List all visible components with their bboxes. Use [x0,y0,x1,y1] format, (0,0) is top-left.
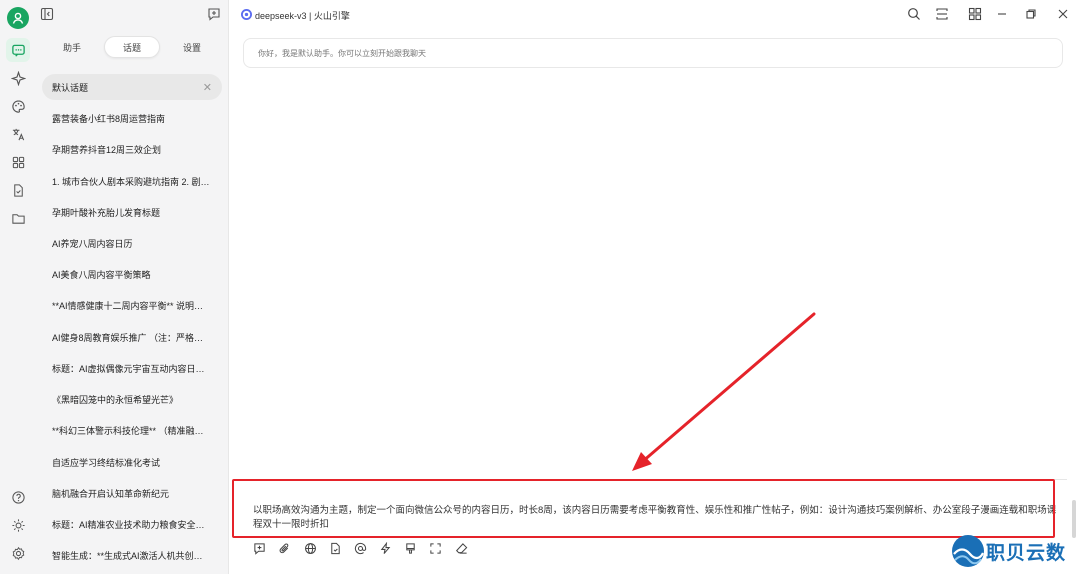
folder-icon [11,213,25,224]
highlight-box [232,479,1055,538]
topic-label: AI养宠八周内容日历 [52,238,133,249]
topic-item[interactable]: 露营装备小红书8周运营指南 [42,105,222,131]
translate-nav-button[interactable] [9,125,27,143]
topic-item[interactable]: 孕期叶酸补充胎儿发育标题 [42,199,222,225]
grid-icon [12,156,24,168]
topic-item[interactable]: 《黑暗囚笼中的永恒希望光芒》 [42,386,222,412]
topic-item[interactable]: **科幻三体警示科技伦理** （精准融… [42,417,222,443]
topic-item[interactable]: **AI情感健康十二周内容平衡** 说明… [42,292,222,318]
new-topic-icon[interactable] [253,542,266,555]
user-icon [12,12,24,24]
topic-item[interactable]: 智能生成：**生成式AI激活人机共创… [42,542,222,568]
paint-nav-button[interactable] [9,97,27,115]
search-icon[interactable] [907,7,921,21]
topic-label: AI健身8周教育娱乐推广 （注：严格… [52,332,204,343]
watermark-text: 职贝云数 [986,543,1067,564]
tab-settings[interactable]: 设置 [164,36,220,58]
panel-toolbar [36,0,229,30]
welcome-message: 你好，我是默认助手。你可以立刻开始跟我聊天 [243,38,1063,68]
topic-label: 脑机融合开启认知革命新纪元 [52,488,170,499]
close-icon[interactable] [1056,7,1070,21]
watermark-logo: 职贝云数 [950,530,1080,574]
topic-label: **科幻三体警示科技伦理** （精准融… [52,425,204,436]
topic-item[interactable]: AI美食八周内容平衡策略 [42,261,222,287]
topic-panel: 助手 话题 设置 默认话题 ✕ 露营装备小红书8周运营指南 孕期营养抖音12周三效… [36,0,229,574]
topic-label: 露营装备小红书8周运营指南 [52,113,166,124]
files-nav-button[interactable] [9,181,27,199]
topic-label: 孕期叶酸补充胎儿发育标题 [52,207,161,218]
chat-nav-button[interactable] [6,38,30,62]
topic-item[interactable]: 孕期营养抖音12周三效企划 [42,136,222,162]
mention-icon[interactable] [354,542,367,555]
topic-item[interactable]: AI养宠八周内容日历 [42,230,222,256]
topic-item[interactable]: AI健身8周教育娱乐推广 （注：严格… [42,324,222,350]
topic-item[interactable]: 1. 城市合伙人剧本采购避坑指南 2. 剧… [42,168,222,194]
topic-item-default[interactable]: 默认话题 ✕ [42,74,222,100]
panel-tabs: 助手 话题 设置 [36,36,229,58]
topic-item[interactable]: 标题：AI虚拟偶像元宇宙互动内容日… [42,355,222,381]
translate-icon [12,128,24,140]
topic-label: 自适应学习终结标准化考试 [52,457,161,468]
sparkle-icon [10,70,26,86]
attachment-icon[interactable] [278,542,291,555]
knowledge-icon[interactable] [329,542,342,555]
tab-topics[interactable]: 话题 [104,36,160,58]
topic-item[interactable]: 脑机融合开启认知革命新纪元 [42,480,222,506]
topic-label: **AI情感健康十二周内容平衡** 说明… [52,300,204,311]
help-button[interactable] [9,488,27,506]
tab-assistant[interactable]: 助手 [44,36,100,58]
topic-label: 智能生成：**生成式AI激活人机共创… [52,550,203,561]
topic-label: 默认话题 [52,82,89,93]
minimize-icon[interactable] [995,7,1009,21]
globe-icon[interactable] [304,542,317,555]
folder-nav-button[interactable] [9,209,27,227]
model-logo-icon [241,9,252,20]
close-icon[interactable]: ✕ [203,81,212,94]
agents-nav-button[interactable] [9,69,27,87]
topic-label: AI美食八周内容平衡策略 [52,269,151,280]
topic-item[interactable]: 自适应学习终结标准化考试 [42,449,222,475]
chat-header: deepseek-v3 | 火山引擎 [229,0,1080,30]
apps-nav-button[interactable] [9,153,27,171]
restore-icon[interactable] [1024,7,1038,21]
layout-icon[interactable] [935,7,949,21]
document-icon [13,183,23,197]
lightning-icon[interactable] [379,542,392,555]
palette-icon [11,99,25,113]
topic-label: 孕期营养抖音12周三效企划 [52,144,162,155]
topic-label: 《黑暗囚笼中的永恒希望光芒》 [52,394,179,405]
wave-logo-icon [952,535,984,567]
chat-area: 你好，我是默认助手。你可以立刻开始跟我聊天 以职场高效沟通为主题，制定一个面向微… [229,30,1080,574]
app-window: 助手 话题 设置 默认话题 ✕ 露营装备小红书8周运营指南 孕期营养抖音12周三效… [0,0,1080,574]
topic-label: 标题：AI虚拟偶像元宇宙互动内容日… [52,363,205,374]
topic-item[interactable]: 标题：AI精准农业技术助力粮食安全… [42,511,222,537]
help-icon [11,490,25,504]
icon-rail [0,0,36,574]
gear-icon [12,546,24,560]
expand-icon[interactable] [429,542,442,555]
new-topic-icon[interactable] [207,7,221,21]
user-avatar[interactable] [7,7,29,29]
topic-label: 1. 城市合伙人剧本采购避坑指南 2. 剧… [52,176,210,187]
theme-toggle-button[interactable] [9,516,27,534]
grid-icon[interactable] [968,7,982,21]
settings-button[interactable] [9,544,27,562]
model-title[interactable]: deepseek-v3 | 火山引擎 [255,9,350,22]
topic-label: 标题：AI精准农业技术助力粮食安全… [52,519,205,530]
sun-icon [11,518,25,532]
chat-icon [11,44,25,57]
sidebar-toggle-icon[interactable] [40,7,54,21]
brush-icon[interactable] [404,542,417,555]
eraser-icon[interactable] [455,542,468,555]
